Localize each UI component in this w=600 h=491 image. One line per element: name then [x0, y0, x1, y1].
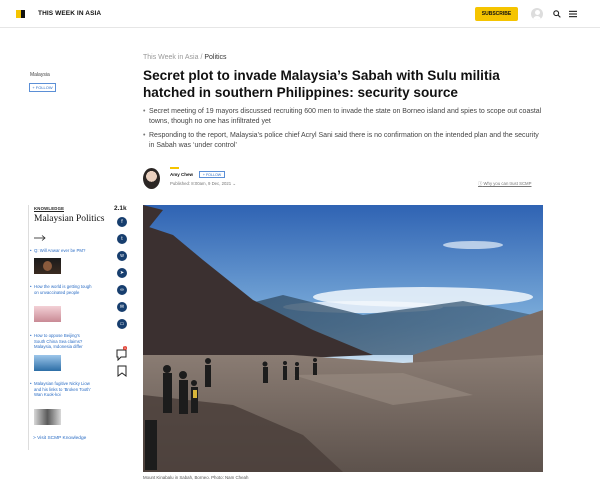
breadcrumb: This Week in Asia / Politics: [143, 54, 227, 61]
whatsapp-icon[interactable]: w: [117, 251, 127, 261]
summary-bullet: Secret meeting of 19 mayors discussed re…: [143, 107, 543, 127]
bookmark-icon[interactable]: [117, 365, 127, 377]
trust-link-label[interactable]: Why you can trust SCMP: [484, 181, 532, 186]
copy-link-icon[interactable]: ∞: [117, 285, 127, 295]
arrow-right-icon[interactable]: [34, 235, 46, 241]
subscribe-button[interactable]: SUBSCRIBE: [475, 7, 518, 21]
article-hero-image[interactable]: [143, 205, 543, 472]
print-icon[interactable]: ▭: [117, 319, 127, 329]
published-text: Published: 8:00am, 9 Dec, 2021: [170, 181, 232, 186]
trust-link[interactable]: ⓘ Why you can trust SCMP: [478, 181, 532, 187]
site-header: THIS WEEK IN ASIA SUBSCRIBE: [0, 0, 600, 28]
telegram-icon[interactable]: ➤: [117, 268, 127, 278]
info-icon: ⓘ: [478, 181, 483, 186]
comment-count-badge: 1: [123, 346, 127, 350]
search-icon[interactable]: [553, 10, 561, 18]
knowledge-question[interactable]: How the world is getting tough on unvacc…: [30, 284, 92, 295]
knowledge-question[interactable]: Q: Will Anwar ever be PM?: [30, 248, 92, 254]
knowledge-question[interactable]: How to oppose Beijing's South China Sea …: [30, 333, 92, 350]
author-name[interactable]: Amy Chew: [170, 172, 193, 177]
share-count: 2.1k: [114, 205, 127, 212]
knowledge-title[interactable]: Malaysian Politics: [34, 214, 104, 224]
logo-icon[interactable]: [16, 10, 25, 18]
facebook-icon[interactable]: f: [117, 217, 127, 227]
published-date: Published: 8:00am, 9 Dec, 2021 ⌄: [170, 181, 236, 187]
author-accent-bar: [170, 167, 179, 169]
comment-icon[interactable]: 1: [116, 346, 128, 362]
knowledge-thumbnail[interactable]: [34, 409, 61, 425]
brand-name[interactable]: THIS WEEK IN ASIA: [38, 10, 101, 17]
email-icon[interactable]: ✉: [117, 302, 127, 312]
photo-caption: Mount Kinabalu in Sabah, Borneo. Photo: …: [143, 475, 249, 480]
knowledge-thumbnail[interactable]: [34, 258, 61, 274]
knowledge-thumbnail[interactable]: [34, 355, 61, 371]
article-headline: Secret plot to invade Malaysia’s Sabah w…: [143, 68, 500, 100]
follow-author-button[interactable]: + FOLLOW: [199, 171, 225, 178]
hamburger-menu-icon[interactable]: [569, 10, 577, 18]
knowledge-question[interactable]: Malaysian fugitive Nicky Liow and his li…: [30, 381, 92, 398]
section-tag[interactable]: Malaysia: [30, 72, 50, 78]
breadcrumb-section[interactable]: Politics: [204, 54, 226, 61]
knowledge-divider: [28, 205, 29, 450]
follow-section-button[interactable]: + FOLLOW: [29, 83, 56, 92]
summary-bullet: Responding to the report, Malaysia’s pol…: [143, 131, 543, 151]
twitter-icon[interactable]: t: [117, 234, 127, 244]
visit-knowledge-link[interactable]: > Visit SCMP Knowledge: [33, 436, 86, 441]
knowledge-thumbnail[interactable]: [34, 306, 61, 322]
breadcrumb-separator: /: [200, 54, 203, 61]
user-avatar-icon[interactable]: [531, 8, 543, 20]
breadcrumb-root[interactable]: This Week in Asia: [143, 54, 199, 61]
author-avatar[interactable]: [143, 168, 160, 189]
article-summary: Secret meeting of 19 mayors discussed re…: [143, 107, 543, 155]
chevron-down-icon[interactable]: ⌄: [232, 181, 236, 186]
knowledge-label: KNOWLEDGE: [34, 206, 65, 212]
